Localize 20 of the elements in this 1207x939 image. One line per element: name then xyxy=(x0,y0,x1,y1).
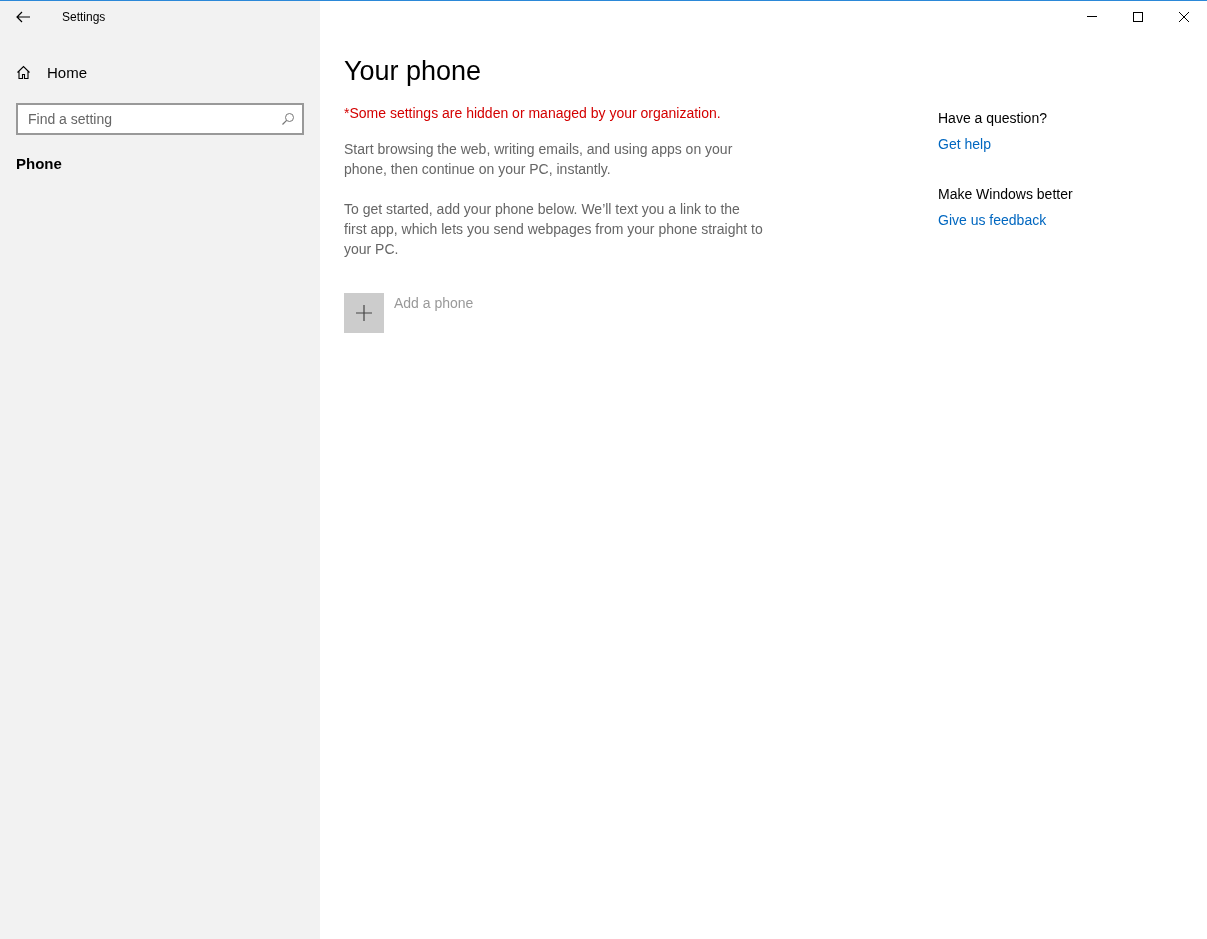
home-icon xyxy=(16,64,31,80)
window-title: Settings xyxy=(62,9,106,24)
home-link[interactable]: Home xyxy=(16,57,304,87)
help-link[interactable]: Get help xyxy=(938,136,1073,152)
back-arrow-icon xyxy=(16,10,30,23)
minimize-icon xyxy=(1087,16,1097,17)
maximize-icon xyxy=(1132,10,1144,23)
section-heading: Make Windows better xyxy=(938,186,1073,202)
description-text: To get started, add your phone below. We’ll text you a link to the first app, which lets you send webpages from your phone straight to your PC. xyxy=(344,200,764,259)
close-icon xyxy=(1178,10,1190,23)
section-heading: Have a question? xyxy=(938,110,1048,126)
search-icon xyxy=(281,112,295,126)
description-text: Start browsing the web, writing emails, and using apps on your phone, then continue on your PC, instantly. xyxy=(344,140,734,179)
search-field[interactable]: Find a setting xyxy=(16,103,304,135)
add-phone-label: Add a phone xyxy=(394,295,474,311)
warning-text: *Some settings are hidden or managed by your organization. xyxy=(344,105,722,121)
page-title: Your phone xyxy=(344,56,483,87)
nav-item[interactable]: Phone xyxy=(16,155,304,172)
plus-icon xyxy=(356,305,372,321)
help-link[interactable]: Give us feedback xyxy=(938,212,1073,228)
